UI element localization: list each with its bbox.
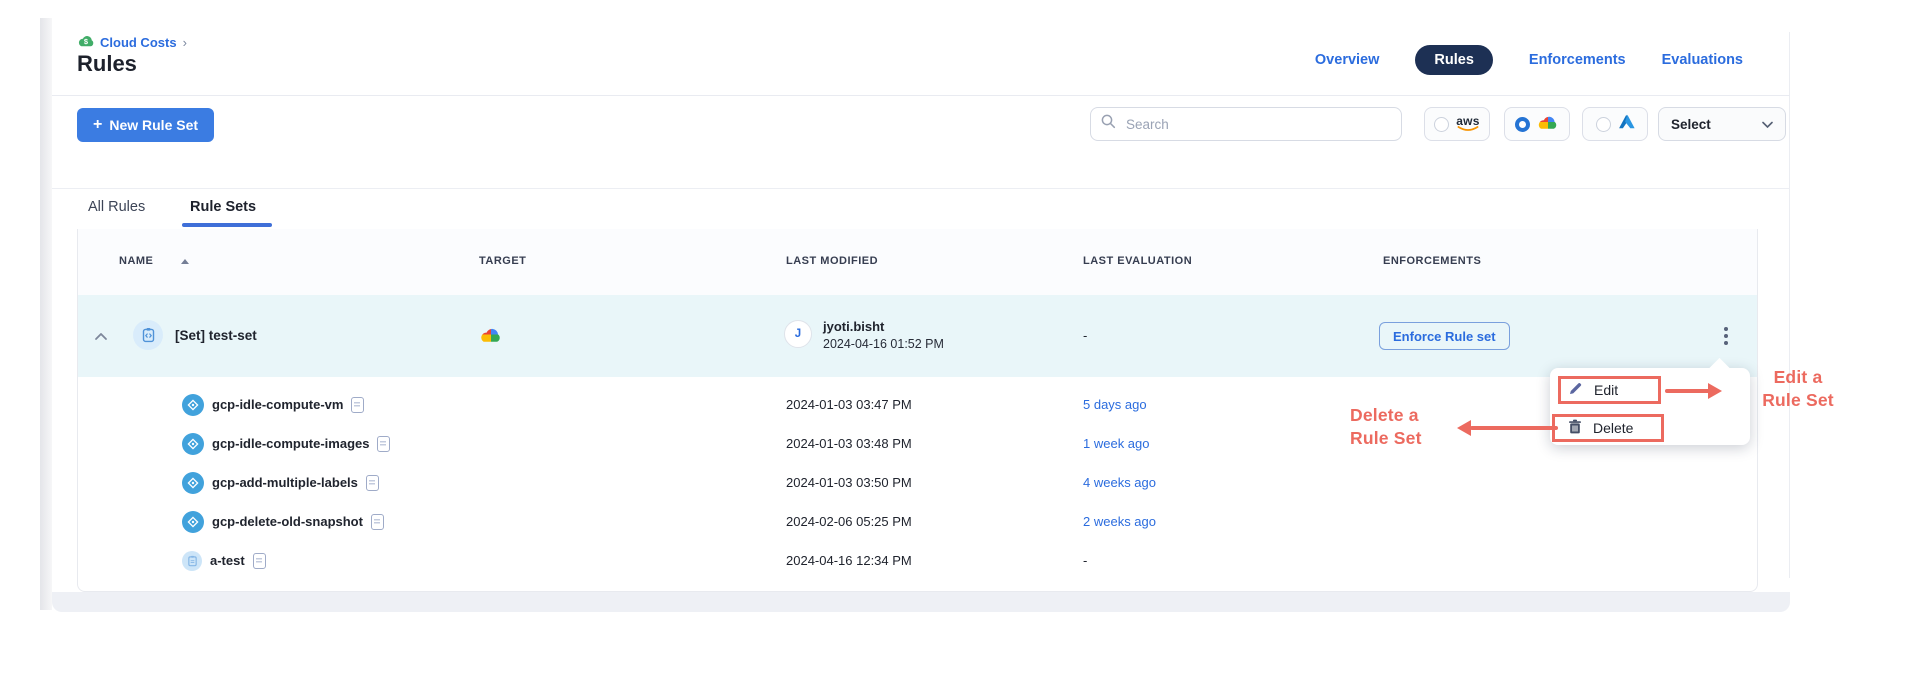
rule-icon [182, 511, 204, 533]
sort-ascending-icon [181, 259, 189, 264]
rule-last-modified: 2024-01-03 03:50 PM [786, 475, 912, 490]
modified-by-user: jyoti.bisht [823, 319, 944, 335]
copy-rule-icon[interactable] [253, 553, 266, 569]
rule-last-evaluation-link[interactable]: 1 week ago [1083, 436, 1150, 451]
select-dropdown[interactable]: Select [1658, 107, 1786, 141]
rule-name[interactable]: gcp-idle-compute-images [212, 436, 369, 451]
annotation-arrow-right [1665, 389, 1710, 393]
tab-all-rules[interactable]: All Rules [88, 199, 145, 215]
column-header-last-modified: LAST MODIFIED [786, 255, 878, 267]
breadcrumb-link[interactable]: Cloud Costs [100, 35, 177, 50]
rule-row[interactable]: gcp-idle-compute-images 2024-01-03 03:48… [78, 424, 1757, 463]
collapse-chevron-icon[interactable] [91, 327, 111, 345]
row-options-kebab-icon[interactable] [1715, 321, 1737, 351]
rule-row[interactable]: a-test 2024-04-16 12:34 PM - [78, 541, 1757, 580]
rule-icon [182, 472, 204, 494]
azure-logo-icon [1618, 114, 1635, 134]
annotation-box-delete [1552, 414, 1664, 442]
search-input[interactable] [1124, 116, 1391, 133]
rule-set-icon [133, 320, 163, 350]
annotation-edit-rule-set: Edit a Rule Set [1742, 366, 1854, 412]
aws-logo-icon: aws [1456, 116, 1480, 132]
table-header: NAME TARGET LAST MODIFIED LAST EVALUATIO… [78, 229, 1757, 295]
column-header-enforcements: ENFORCEMENTS [1383, 255, 1481, 267]
rule-name[interactable]: a-test [210, 553, 245, 568]
plus-icon: + [93, 116, 102, 134]
search-box[interactable] [1090, 107, 1402, 141]
rule-name[interactable]: gcp-delete-old-snapshot [212, 514, 363, 529]
annotation-arrow-left [1470, 426, 1558, 430]
column-header-last-evaluation: LAST EVALUATION [1083, 255, 1192, 267]
gcp-target-icon [479, 326, 503, 348]
breadcrumb-chevron-icon: › [183, 35, 187, 50]
provider-filter-gcp[interactable] [1504, 107, 1570, 141]
enforce-rule-set-button[interactable]: Enforce Rule set [1379, 322, 1510, 350]
rule-icon [182, 433, 204, 455]
rule-icon [182, 394, 204, 416]
rule-icon [182, 551, 202, 571]
rule-last-evaluation-link[interactable]: 2 weeks ago [1083, 514, 1156, 529]
rule-last-modified: 2024-02-06 05:25 PM [786, 514, 912, 529]
radio-unchecked-icon [1434, 117, 1449, 132]
page-bottom-band [52, 592, 1790, 612]
column-header-target: TARGET [479, 255, 526, 267]
rule-name[interactable]: gcp-idle-compute-vm [212, 397, 343, 412]
radio-checked-icon [1515, 117, 1530, 132]
select-value: Select [1671, 117, 1711, 132]
copy-rule-icon[interactable] [366, 475, 379, 491]
rule-row[interactable]: gcp-idle-compute-vm 2024-01-03 03:47 PM … [78, 385, 1757, 424]
rule-last-evaluation-link[interactable]: 4 weeks ago [1083, 475, 1156, 490]
rule-last-modified: 2024-01-03 03:48 PM [786, 436, 912, 451]
rule-last-modified: 2024-04-16 12:34 PM [786, 553, 912, 568]
annotation-delete-rule-set: Delete a Rule Set [1350, 404, 1460, 450]
cloud-costs-icon: $ [77, 34, 94, 50]
active-tab-underline [182, 223, 272, 227]
last-evaluation-value: - [1083, 328, 1087, 343]
rule-last-evaluation: - [1083, 553, 1087, 568]
copy-rule-icon[interactable] [377, 436, 390, 452]
annotation-box-edit [1558, 376, 1661, 404]
copy-rule-icon[interactable] [371, 514, 384, 530]
rule-last-modified: 2024-01-03 03:47 PM [786, 397, 912, 412]
rule-set-row[interactable]: [Set] test-set J jyoti.bisht 2024-04-16 … [78, 295, 1757, 377]
top-navigation: Overview Rules Enforcements Evaluations [1315, 45, 1743, 75]
rule-row[interactable]: gcp-add-multiple-labels 2024-01-03 03:50… [78, 463, 1757, 502]
toolbar-divider [52, 188, 1790, 189]
nav-overview[interactable]: Overview [1315, 52, 1380, 68]
page-title: Rules [77, 51, 137, 77]
new-rule-set-button[interactable]: + New Rule Set [77, 108, 214, 142]
nav-rules-active[interactable]: Rules [1415, 45, 1493, 75]
gcp-logo-icon [1537, 114, 1559, 135]
nav-enforcements[interactable]: Enforcements [1529, 52, 1626, 68]
header-divider [52, 95, 1790, 96]
provider-filter-aws[interactable]: aws [1424, 107, 1490, 141]
new-rule-set-label: New Rule Set [109, 117, 198, 133]
content-right-border [1789, 32, 1790, 578]
rule-set-name[interactable]: [Set] test-set [175, 328, 257, 343]
annotation-arrowhead-right-icon [1708, 383, 1722, 399]
modified-at-timestamp: 2024-04-16 01:52 PM [823, 337, 944, 352]
search-icon [1101, 114, 1116, 134]
provider-filter-azure[interactable] [1582, 107, 1648, 141]
screenshot-stage: $ Cloud Costs › Rules Overview Rules Enf… [0, 0, 1910, 700]
column-header-name: NAME [119, 255, 153, 267]
chevron-down-icon [1762, 117, 1773, 132]
radio-unchecked-icon [1596, 117, 1611, 132]
rule-last-evaluation-link[interactable]: 5 days ago [1083, 397, 1147, 412]
rule-name[interactable]: gcp-add-multiple-labels [212, 475, 358, 490]
avatar: J [784, 320, 812, 348]
tab-rule-sets[interactable]: Rule Sets [190, 199, 256, 215]
last-modified-cell: jyoti.bisht 2024-04-16 01:52 PM [823, 319, 944, 352]
app-window: $ Cloud Costs › Rules Overview Rules Enf… [52, 18, 1790, 612]
breadcrumb[interactable]: $ Cloud Costs › [77, 34, 187, 50]
copy-rule-icon[interactable] [351, 397, 364, 413]
rule-row[interactable]: gcp-delete-old-snapshot 2024-02-06 05:25… [78, 502, 1757, 541]
nav-evaluations[interactable]: Evaluations [1662, 52, 1743, 68]
